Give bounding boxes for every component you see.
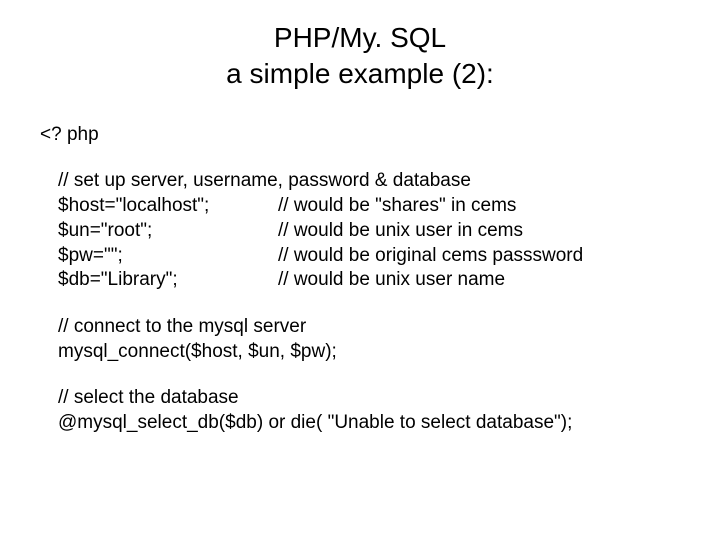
code-block: <? php // set up server, username, passw…	[40, 123, 680, 436]
assign-un-code: $un="root";	[58, 219, 278, 244]
assign-pw: $pw=""; // would be original cems passsw…	[58, 244, 680, 269]
assign-un: $un="root"; // would be unix user in cem…	[58, 219, 680, 244]
assign-pw-code: $pw="";	[58, 244, 278, 269]
title-line-1: PHP/My. SQL	[274, 22, 446, 53]
assign-pw-comment: // would be original cems passsword	[278, 244, 583, 269]
title-line-2: a simple example (2):	[226, 58, 494, 89]
php-open-tag: <? php	[40, 123, 680, 148]
section-select: // select the database @mysql_select_db(…	[58, 386, 680, 435]
line-select: @mysql_select_db($db) or die( "Unable to…	[58, 411, 680, 436]
section-setup: // set up server, username, password & d…	[58, 169, 680, 292]
assign-host-comment: // would be "shares" in cems	[278, 194, 516, 219]
assign-db-code: $db="Library";	[58, 268, 278, 293]
line-connect: mysql_connect($host, $un, $pw);	[58, 340, 680, 365]
comment-connect: // connect to the mysql server	[58, 315, 680, 340]
assign-un-comment: // would be unix user in cems	[278, 219, 523, 244]
assign-host-code: $host="localhost";	[58, 194, 278, 219]
assign-host: $host="localhost"; // would be "shares" …	[58, 194, 680, 219]
comment-setup: // set up server, username, password & d…	[58, 169, 680, 194]
assign-db-comment: // would be unix user name	[278, 268, 505, 293]
slide-title: PHP/My. SQL a simple example (2):	[40, 20, 680, 93]
assign-db: $db="Library"; // would be unix user nam…	[58, 268, 680, 293]
section-connect: // connect to the mysql server mysql_con…	[58, 315, 680, 364]
comment-select: // select the database	[58, 386, 680, 411]
